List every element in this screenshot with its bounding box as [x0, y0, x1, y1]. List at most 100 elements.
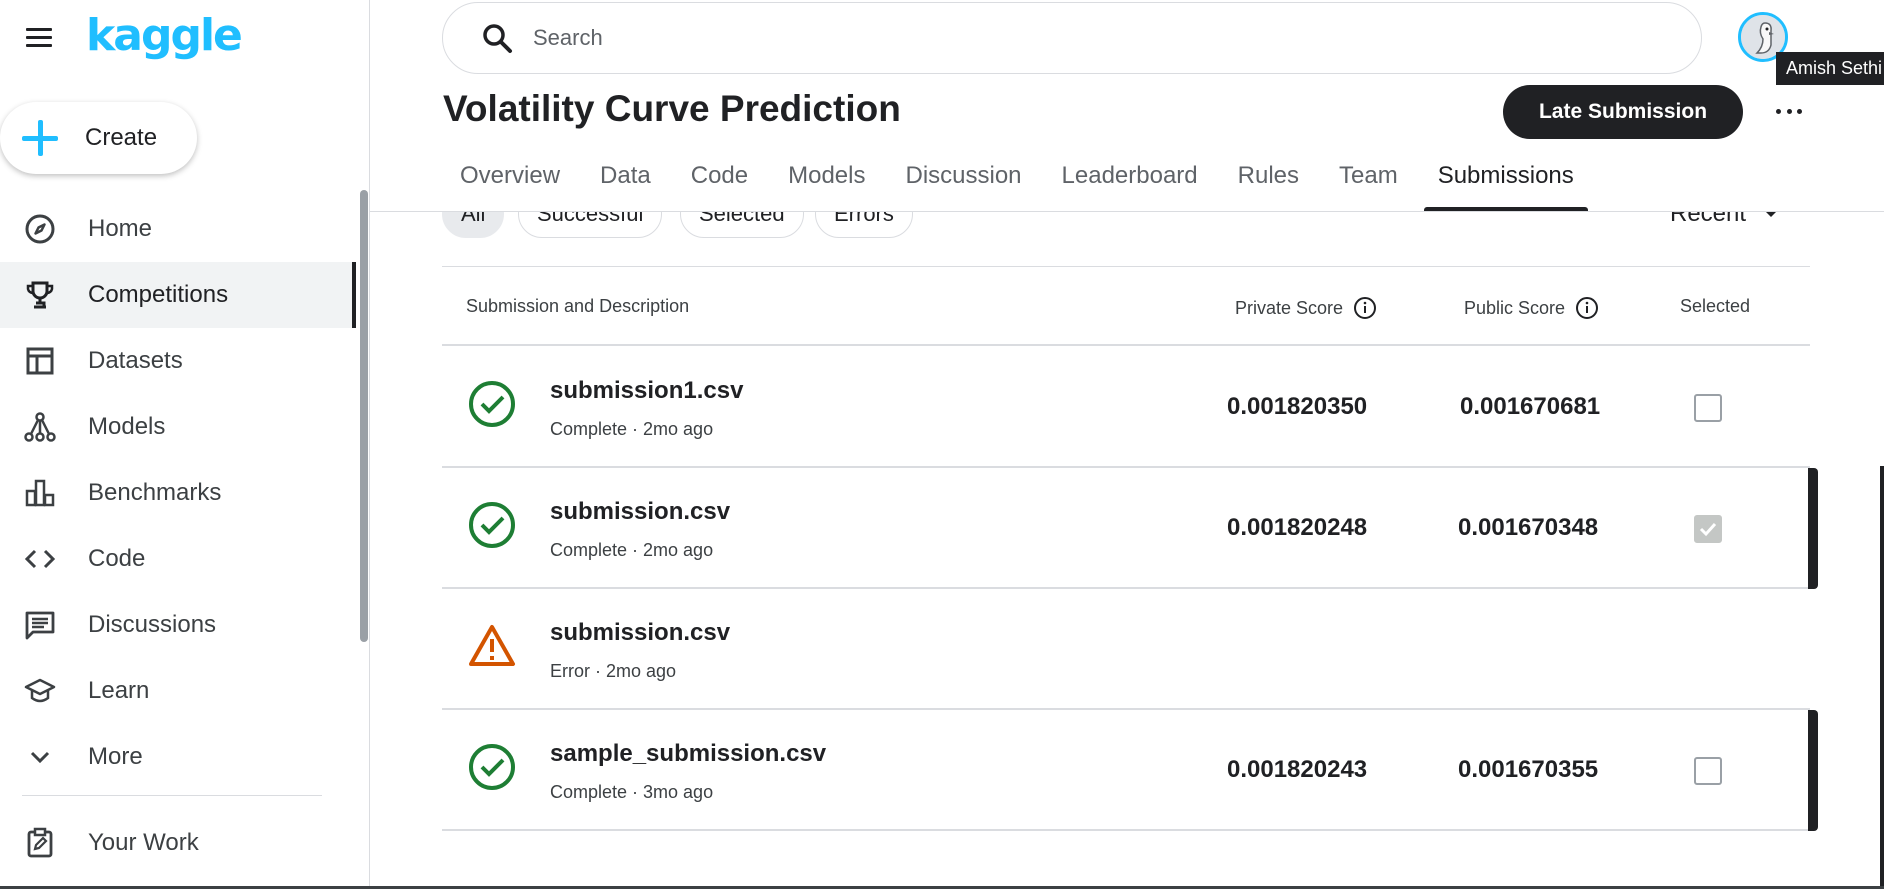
sidebar-item-label: Home	[88, 215, 153, 242]
selected-checkbox[interactable]	[1694, 757, 1722, 785]
sort-dropdown[interactable]: Recent	[1670, 212, 1782, 238]
page-title: Volatility Curve Prediction	[443, 88, 901, 129]
check-circle-icon	[469, 381, 515, 427]
submission-filters: All Successful Selected Errors Recent	[370, 212, 1884, 242]
table-icon	[22, 343, 58, 379]
sidebar-item-label: Learn	[88, 677, 150, 704]
sidebar-item-benchmarks[interactable]: Benchmarks	[0, 460, 356, 526]
submission-filename[interactable]: submission.csv	[550, 498, 730, 526]
sidebar-item-datasets[interactable]: Datasets	[0, 328, 356, 394]
code-icon	[22, 541, 58, 577]
search-icon	[483, 24, 512, 53]
table-row[interactable]: submission1.csv Complete · 2mo ago 0.001…	[442, 347, 1810, 468]
private-score: 0.001820243	[1227, 756, 1368, 783]
info-icon[interactable]	[1353, 296, 1377, 320]
selected-row-marker	[1808, 710, 1818, 831]
header-submission-label: Submission and Description	[466, 296, 690, 316]
tab-rules[interactable]: Rules	[1218, 152, 1319, 212]
submission-status: Complete · 3mo ago	[550, 782, 714, 802]
check-circle-icon	[469, 502, 515, 548]
page-scrollbar[interactable]	[1880, 466, 1884, 889]
trophy-icon	[22, 277, 58, 313]
sidebar-scrollbar[interactable]	[360, 190, 368, 642]
sidebar-item-code[interactable]: Code	[0, 526, 356, 592]
sidebar-nav: Home Competitions Datasets Models Benchm…	[0, 196, 356, 790]
header-public-score: Public Score	[1464, 296, 1599, 320]
tab-overview[interactable]: Overview	[440, 152, 580, 212]
private-score: 0.001820350	[1227, 393, 1368, 420]
submission-status: Error · 2mo ago	[550, 661, 677, 681]
header-selected: Selected	[1680, 296, 1750, 317]
submission-filename[interactable]: sample_submission.csv	[550, 740, 826, 768]
hamburger-menu-icon[interactable]	[24, 24, 54, 50]
header-public-label: Public Score	[1464, 297, 1566, 318]
search-bar[interactable]	[442, 2, 1702, 74]
header-private-score: Private Score	[1235, 296, 1377, 320]
sidebar-item-learn[interactable]: Learn	[0, 658, 356, 724]
tab-discussion[interactable]: Discussion	[885, 152, 1041, 212]
sidebar-item-home[interactable]: Home	[0, 196, 356, 262]
plus-icon	[20, 118, 60, 158]
check-circle-icon	[469, 744, 515, 790]
models-icon	[22, 409, 58, 445]
search-input[interactable]	[533, 25, 1533, 51]
table-row[interactable]: submission.csv Complete · 2mo ago 0.0018…	[442, 468, 1818, 589]
clipboard-edit-icon	[22, 825, 58, 861]
graduation-cap-icon	[22, 673, 58, 709]
submission-filename[interactable]: submission.csv	[550, 619, 730, 647]
sidebar-item-models[interactable]: Models	[0, 394, 356, 460]
tab-team[interactable]: Team	[1319, 152, 1418, 212]
tab-data[interactable]: Data	[580, 152, 671, 212]
sidebar-item-your-work[interactable]: Your Work	[0, 810, 356, 876]
sort-label: Recent	[1670, 212, 1747, 227]
user-name-tooltip: Amish Sethi	[1776, 52, 1884, 85]
table-row[interactable]: submission.csv Error · 2mo ago	[442, 589, 1810, 710]
create-button[interactable]: Create	[0, 102, 197, 174]
sidebar-item-more[interactable]: More	[0, 724, 356, 790]
filter-chip-errors[interactable]: Errors	[815, 212, 913, 238]
header-selected-label: Selected	[1680, 296, 1751, 316]
selected-checkbox[interactable]	[1694, 515, 1722, 543]
compass-icon	[22, 211, 58, 247]
sidebar-item-discussions[interactable]: Discussions	[0, 592, 356, 658]
info-icon[interactable]	[1575, 296, 1599, 320]
sidebar-item-label: More	[88, 743, 143, 770]
private-score: 0.001820248	[1227, 514, 1368, 541]
submission-status: Complete · 2mo ago	[550, 540, 714, 560]
create-button-label: Create	[85, 124, 158, 151]
sidebar-item-label: Datasets	[88, 347, 183, 374]
selected-checkbox[interactable]	[1694, 394, 1722, 422]
tab-leaderboard[interactable]: Leaderboard	[1042, 152, 1218, 212]
public-score: 0.001670681	[1460, 393, 1601, 420]
filter-chip-all[interactable]: All	[442, 212, 505, 238]
tab-models[interactable]: Models	[768, 152, 885, 212]
sidebar-item-competitions[interactable]: Competitions	[0, 262, 356, 328]
submission-status: Complete · 2mo ago	[550, 419, 714, 439]
sidebar-item-label: Models	[88, 413, 166, 440]
warning-icon	[469, 625, 515, 666]
sidebar-divider	[22, 795, 322, 796]
tab-code[interactable]: Code	[671, 152, 768, 212]
selected-row-marker	[1808, 468, 1818, 589]
sidebar: kaggle Create Home Competitions Datasets…	[0, 0, 370, 889]
tab-submissions[interactable]: Submissions	[1418, 152, 1594, 212]
more-options-icon[interactable]	[1776, 98, 1802, 124]
kaggle-logo[interactable]: kaggle	[86, 10, 243, 61]
table-row[interactable]: sample_submission.csv Complete · 3mo ago…	[442, 710, 1818, 831]
table-header: Submission and Description Private Score…	[442, 266, 1810, 346]
competition-tabs: Overview Data Code Models Discussion Lea…	[440, 152, 1594, 212]
sidebar-item-label: Benchmarks	[88, 479, 222, 506]
submission-filename[interactable]: submission1.csv	[550, 377, 743, 405]
filter-chip-selected[interactable]: Selected	[680, 212, 804, 238]
bar-chart-icon	[22, 475, 58, 511]
chevron-down-icon	[22, 739, 58, 775]
filter-chip-successful[interactable]: Successful	[518, 212, 663, 238]
header-submission: Submission and Description	[466, 296, 689, 317]
comment-icon	[22, 607, 58, 643]
header-private-label: Private Score	[1235, 297, 1344, 318]
caret-down-icon	[1766, 212, 1777, 217]
late-submission-button[interactable]: Late Submission	[1503, 85, 1743, 139]
sidebar-item-label: Code	[88, 545, 146, 572]
sidebar-item-label: Discussions	[88, 611, 217, 638]
checkmark-icon	[1699, 522, 1717, 537]
